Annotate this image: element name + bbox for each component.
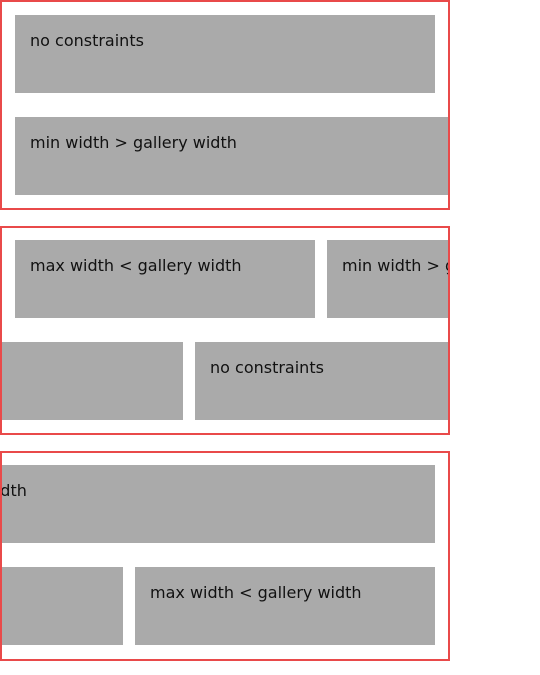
item-label: max width < gallery width (30, 256, 242, 275)
gallery-item-max-width: max width < gallery width (135, 567, 435, 645)
item-label: min width > gallery width (30, 133, 237, 152)
item-label: min width > gallery width (342, 256, 448, 275)
item-label: no constraints (210, 358, 324, 377)
gallery-item-min-width: min width > gallery width (15, 117, 448, 195)
gallery-item-empty (2, 567, 123, 645)
gallery-item-empty (2, 342, 183, 420)
item-label: max width < gallery width (150, 583, 362, 602)
gallery-item-min-width: min width > gallery width (327, 240, 448, 318)
gallery-item-no-constraints: no constraints (15, 15, 435, 93)
gallery-item-min-width: min width > gallery width (0, 465, 435, 543)
item-label: no constraints (30, 31, 144, 50)
gallery-1: no constraints min width > gallery width (0, 0, 450, 210)
gallery-3: min width > gallery width max width < ga… (0, 451, 450, 661)
gallery-2: max width < gallery width min width > ga… (0, 226, 450, 435)
gallery-item-no-constraints: no constraints (195, 342, 448, 420)
gallery-item-max-width: max width < gallery width (15, 240, 315, 318)
item-label: min width > gallery width (0, 481, 27, 500)
